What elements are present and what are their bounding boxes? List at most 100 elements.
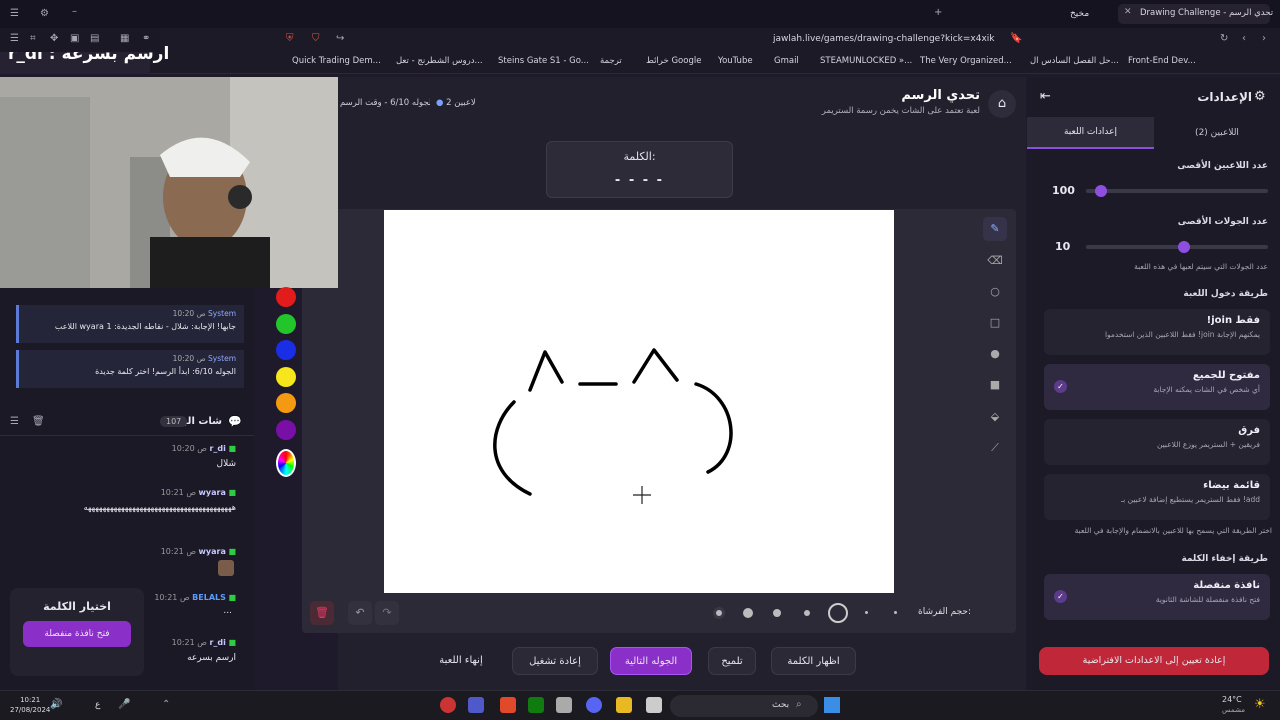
- bookmark-item[interactable]: Quick Trading Dem...: [292, 56, 381, 66]
- bookmark-item[interactable]: ترجمة: [600, 56, 622, 66]
- forward-icon[interactable]: ›: [1262, 33, 1266, 44]
- chevron-up-icon[interactable]: ⌃: [162, 699, 170, 710]
- color-swatch[interactable]: [276, 340, 296, 360]
- redo-icon[interactable]: ↷: [375, 601, 399, 625]
- filled-circle-icon[interactable]: ●: [983, 342, 1007, 366]
- brush-size-option[interactable]: [804, 610, 810, 616]
- folder-icon[interactable]: [616, 697, 632, 713]
- brush-size-option[interactable]: [894, 611, 897, 614]
- bookmark-item[interactable]: The Very Organized...: [920, 56, 1012, 66]
- entry-help: اختر الطريقة التي يسمح بها للاعبين بالان…: [1074, 526, 1272, 535]
- discord-icon[interactable]: [586, 697, 602, 713]
- system-message: 10:20 ص System اللاعب wyara جابها! الإجا…: [16, 305, 244, 343]
- weather: مشمس: [1222, 706, 1245, 714]
- language-indicator[interactable]: ع: [95, 700, 100, 710]
- bookmarks-bar: Front-End Dev... حل الفصل السادس ال... T…: [0, 52, 1280, 74]
- open-window-button[interactable]: فتح نافذة منفصلة: [23, 621, 131, 647]
- reveal-word-button[interactable]: اظهار الكلمة: [771, 647, 856, 675]
- taskbar-search[interactable]: بحث ⌕: [670, 695, 818, 717]
- slider-thumb[interactable]: [1177, 241, 1190, 253]
- sun-icon: ☀: [1254, 697, 1266, 712]
- color-swatch[interactable]: [276, 393, 296, 413]
- max-rounds-slider[interactable]: [1086, 241, 1268, 253]
- color-swatch[interactable]: [276, 313, 296, 334]
- xbox-icon[interactable]: [528, 697, 544, 713]
- hide-option-window[interactable]: نافذة منفصلة فتح نافذة منفصلة للشاشة الثا…: [1044, 574, 1270, 620]
- brush-size-option-selected[interactable]: [828, 603, 848, 623]
- eraser-icon[interactable]: ⌫: [983, 249, 1007, 273]
- tab-active[interactable]: ✕ Drawing Challenge - تحدي الرسم: [1118, 4, 1273, 24]
- reset-defaults-button[interactable]: إعادة تعيين إلى الاعدادات الافتراضية: [1039, 647, 1269, 675]
- hint-button[interactable]: تلميح: [708, 647, 756, 675]
- max-players-slider[interactable]: [1086, 185, 1268, 197]
- filled-square-icon[interactable]: ■: [983, 373, 1007, 397]
- fill-icon[interactable]: ⬙: [983, 405, 1007, 429]
- circle-icon[interactable]: ○: [983, 280, 1007, 304]
- windows-start-icon[interactable]: [824, 697, 840, 713]
- app-icon[interactable]: [646, 697, 662, 713]
- entry-option-whitelist[interactable]: قائمة بيضاء فقط الستريمر يستطيع إضافة لاع…: [1044, 474, 1270, 520]
- new-tab-icon[interactable]: +: [934, 7, 942, 18]
- check-icon: ✓: [1054, 590, 1067, 603]
- color-swatch[interactable]: [276, 419, 296, 440]
- end-game-button[interactable]: إنهاء اللعبة: [428, 647, 494, 675]
- link-icon: ⚭: [142, 33, 151, 44]
- mic-icon[interactable]: 🎤: [118, 699, 130, 710]
- home-icon[interactable]: ⌂: [988, 90, 1016, 118]
- collapse-panel-icon[interactable]: ⇤: [1040, 89, 1051, 104]
- pencil-icon[interactable]: ✎: [983, 217, 1007, 241]
- entry-option-open[interactable]: مفتوح للجميع أي شخص في الشات يمكنه الإجاب…: [1044, 364, 1270, 410]
- custom-color-icon[interactable]: [276, 449, 296, 477]
- slider-thumb[interactable]: [1094, 185, 1107, 197]
- color-swatch[interactable]: [276, 287, 296, 307]
- undo-icon[interactable]: ↶: [348, 601, 372, 625]
- next-round-button[interactable]: الجوله التالية: [610, 647, 692, 675]
- app-icon[interactable]: [440, 697, 456, 713]
- drawing-canvas[interactable]: [384, 210, 894, 593]
- tab-game-settings[interactable]: إعدادات اللعبة: [1027, 117, 1154, 149]
- entry-option-join[interactable]: !join فقط فقط اللاعبين الذين استخدموا !jo…: [1044, 309, 1270, 355]
- brave-icon[interactable]: [500, 697, 516, 713]
- url-bar[interactable]: jawlah.live/games/drawing-challenge?kick…: [773, 34, 995, 44]
- brush-size-option[interactable]: [713, 607, 725, 619]
- menu-icon[interactable]: ☰: [10, 8, 19, 19]
- bookmark-icon[interactable]: 🔖: [1010, 33, 1022, 44]
- tab-other[interactable]: مخيخ: [1070, 9, 1089, 19]
- bookmark-item[interactable]: خرائط Google: [646, 56, 701, 66]
- brush-size-option[interactable]: [865, 611, 868, 614]
- bookmark-item[interactable]: Front-End Dev...: [1128, 56, 1196, 66]
- browser-toolbar: ⛨ ⛉ ↪ jawlah.live/games/drawing-challeng…: [0, 28, 1280, 52]
- shield-icon[interactable]: ⛉: [312, 33, 320, 44]
- color-swatch[interactable]: [276, 366, 296, 387]
- bookmark-item[interactable]: دروس الشطرنج - تعل...: [396, 56, 483, 66]
- close-tab-icon[interactable]: ✕: [1124, 7, 1132, 17]
- volume-icon[interactable]: 🔊: [50, 699, 62, 710]
- temperature: 24°C: [1222, 695, 1242, 704]
- bookmark-item[interactable]: STEAMUNLOCKED »...: [820, 56, 912, 66]
- share-icon[interactable]: ↪: [336, 33, 344, 44]
- back-icon[interactable]: ‹: [1242, 33, 1246, 44]
- settings-icon[interactable]: ⚙: [40, 8, 49, 19]
- bookmark-item[interactable]: Steins Gate S1 - Go...: [498, 56, 589, 66]
- line-icon[interactable]: ⟋: [983, 436, 1007, 460]
- reload-icon[interactable]: ↻: [1220, 33, 1228, 44]
- settings-list-icon[interactable]: ☰: [10, 416, 19, 427]
- chat-count-badge: 107: [160, 416, 188, 427]
- chat-header: شات البث 💬 107 ☰ 🗑: [0, 410, 254, 436]
- right-ear-stroke: [632, 348, 679, 384]
- minimize-icon[interactable]: –: [72, 6, 77, 17]
- brave-icon[interactable]: ⛨: [286, 33, 294, 44]
- brush-size-option[interactable]: [773, 609, 781, 617]
- clear-canvas-icon[interactable]: 🗑: [310, 601, 334, 625]
- square-icon[interactable]: □: [983, 311, 1007, 335]
- brush-size-option[interactable]: [743, 608, 753, 618]
- store-icon[interactable]: [556, 697, 572, 713]
- teams-icon[interactable]: [468, 697, 484, 713]
- entry-option-teams[interactable]: فرق فريقين + الستريمر يوزع اللاعبين: [1044, 419, 1270, 465]
- bookmark-item[interactable]: Gmail: [774, 56, 799, 66]
- bookmark-item[interactable]: حل الفصل السادس ال...: [1030, 56, 1119, 66]
- bookmark-item[interactable]: YouTube: [718, 56, 753, 66]
- trash-icon[interactable]: 🗑: [32, 416, 45, 427]
- restart-button[interactable]: إعادة تشغيل: [512, 647, 598, 675]
- tab-players[interactable]: اللاعبين (2): [1154, 117, 1280, 149]
